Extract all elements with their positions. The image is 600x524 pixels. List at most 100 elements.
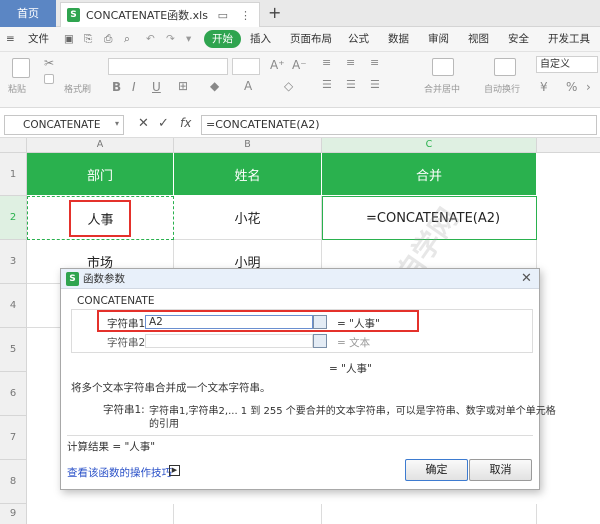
currency-icon[interactable]: ¥ [540,80,548,94]
fill-color-icon[interactable]: ◆ [210,79,219,93]
menu-data[interactable]: 数据 [388,27,409,51]
menu-formula[interactable]: 公式 [348,27,369,51]
menu-review[interactable]: 审阅 [428,27,449,51]
align-center-icon[interactable]: ☰ [346,78,356,91]
font-name-select[interactable] [108,58,228,75]
row-header-6[interactable]: 6 [0,372,27,416]
select-all-corner[interactable] [0,138,27,153]
menu-file[interactable]: 文件 [28,27,49,51]
print-icon[interactable]: ⎙ [104,27,112,51]
row-header-5[interactable]: 5 [0,328,27,372]
increase-font-icon[interactable]: A⁺ [270,58,285,72]
menu-bar: ≡ 文件 ▣ ⎘ ⎙ ⌕ ↶ ↷ ▾ 开始 插入 页面布局 公式 数据 审阅 视… [0,27,600,52]
copy-icon[interactable] [44,74,54,84]
cancel-button[interactable]: 取消 [469,459,532,481]
more-icon[interactable]: ▾ [186,27,191,51]
cell-c1[interactable]: 合并 [322,153,537,196]
highlight-box-a2 [69,200,131,237]
name-box[interactable]: CONCATENATE [4,115,124,135]
menu-page-layout[interactable]: 页面布局 [290,27,332,51]
row-header-3[interactable]: 3 [0,240,27,284]
cell-a9[interactable] [27,504,174,524]
formula-bar: CONCATENATE ▾ ✕ ✓ fx =CONCATENATE(A2) [0,112,600,138]
menu-developer[interactable]: 开发工具 [548,27,590,51]
align-right-icon[interactable]: ☰ [370,78,380,91]
cell-b1[interactable]: 姓名 [174,153,322,196]
document-tab[interactable]: S CONCATENATE函数.xls ▭ ⋮ [60,2,260,27]
redo-icon[interactable]: ↷ [166,27,175,51]
align-left-icon[interactable]: ☰ [322,78,332,91]
print-preview-icon[interactable]: ⌕ [124,27,130,51]
param-description-line1: 字符串1,字符串2,... 1 到 255 个要合并的文本字符串，可以是字符串、… [149,406,556,417]
column-header-c[interactable]: C [322,138,537,153]
cell-b2[interactable]: 小花 [174,196,322,240]
menu-insert[interactable]: 插入 [250,27,271,51]
cancel-formula-button[interactable]: ✕ [138,116,149,131]
row-header-8[interactable]: 8 [0,460,27,504]
row-header-4[interactable]: 4 [0,284,27,328]
format-painter-label: 格式刷 [64,85,92,95]
underline-button[interactable]: U [152,80,161,94]
arg2-input[interactable] [145,334,313,348]
wrap-icon[interactable] [494,58,516,76]
paste-label: 粘贴 [8,85,27,95]
play-video-icon[interactable]: ▶ [169,465,180,476]
save-icon[interactable]: ▣ [64,27,74,51]
align-top-icon[interactable]: ≡ [322,56,331,69]
help-link[interactable]: 查看该函数的操作技巧 [67,465,172,480]
name-box-dropdown-icon[interactable]: ▾ [115,119,119,128]
merge-icon[interactable] [432,58,454,76]
arg2-label: 字符串2 [107,337,146,349]
row-header-9[interactable]: 9 [0,504,27,524]
home-tab[interactable]: 首页 [0,0,56,27]
menu-start[interactable]: 开始 [204,30,241,48]
row-header-1[interactable]: 1 [0,153,27,196]
more-format-icon[interactable]: › [586,80,591,94]
font-color-icon[interactable]: A [244,79,252,93]
row-header-2[interactable]: 2 [0,196,27,240]
menu-security[interactable]: 安全 [508,27,529,51]
total-result: = "人事" [329,363,372,375]
tab-menu-icon[interactable]: ⋮ [240,9,251,22]
confirm-formula-button[interactable]: ✓ [158,116,169,131]
ok-button[interactable]: 确定 [405,459,468,481]
undo-icon[interactable]: ↶ [146,27,155,51]
decrease-font-icon[interactable]: A⁻ [292,58,307,72]
monitor-icon[interactable]: ▭ [218,9,228,22]
wrap-label: 自动换行 [484,85,521,95]
italic-button[interactable]: I [132,80,136,94]
param-label: 字符串1: [103,404,145,416]
document-tab-label: CONCATENATE函数.xls [86,9,208,22]
bold-button[interactable]: B [112,80,121,94]
cell-c9[interactable] [322,504,537,524]
add-tab-button[interactable]: + [268,3,281,22]
cell-a1[interactable]: 部门 [27,153,174,196]
function-name: CONCATENATE [77,295,155,307]
cut-icon[interactable]: ✂ [44,56,54,70]
column-header-a[interactable]: A [27,138,174,153]
export-pdf-icon[interactable]: ⎘ [84,27,92,51]
title-bar: 首页 S CONCATENATE函数.xls ▭ ⋮ + [0,0,600,27]
insert-function-button[interactable]: fx [180,116,191,130]
formula-input[interactable]: =CONCATENATE(A2) [201,115,597,135]
dialog-divider [67,435,533,436]
menu-view[interactable]: 视图 [468,27,489,51]
align-bottom-icon[interactable]: ≡ [370,56,379,69]
arg2-collapse-icon[interactable] [313,334,327,348]
cell-b9[interactable] [174,504,322,524]
column-header-b[interactable]: B [174,138,322,153]
hamburger-icon[interactable]: ≡ [6,27,15,51]
paste-icon[interactable] [12,58,30,78]
dialog-title: 函数参数 [61,269,539,289]
dialog-close-icon[interactable]: ✕ [521,271,532,286]
clear-icon[interactable]: ◇ [284,79,293,93]
function-arguments-dialog: 函数参数 S ✕ CONCATENATE 字符串1 A2 = "人事" 字符串2… [60,268,556,490]
arg2-result: = 文本 [337,337,371,349]
param-description-line2: 的引用 [149,419,179,430]
border-icon[interactable]: ⊞ [178,79,188,93]
font-size-select[interactable] [232,58,260,75]
number-format-select[interactable]: 自定义 [536,56,598,73]
percent-button[interactable]: % [566,80,577,94]
align-middle-icon[interactable]: ≡ [346,56,355,69]
row-header-7[interactable]: 7 [0,416,27,460]
